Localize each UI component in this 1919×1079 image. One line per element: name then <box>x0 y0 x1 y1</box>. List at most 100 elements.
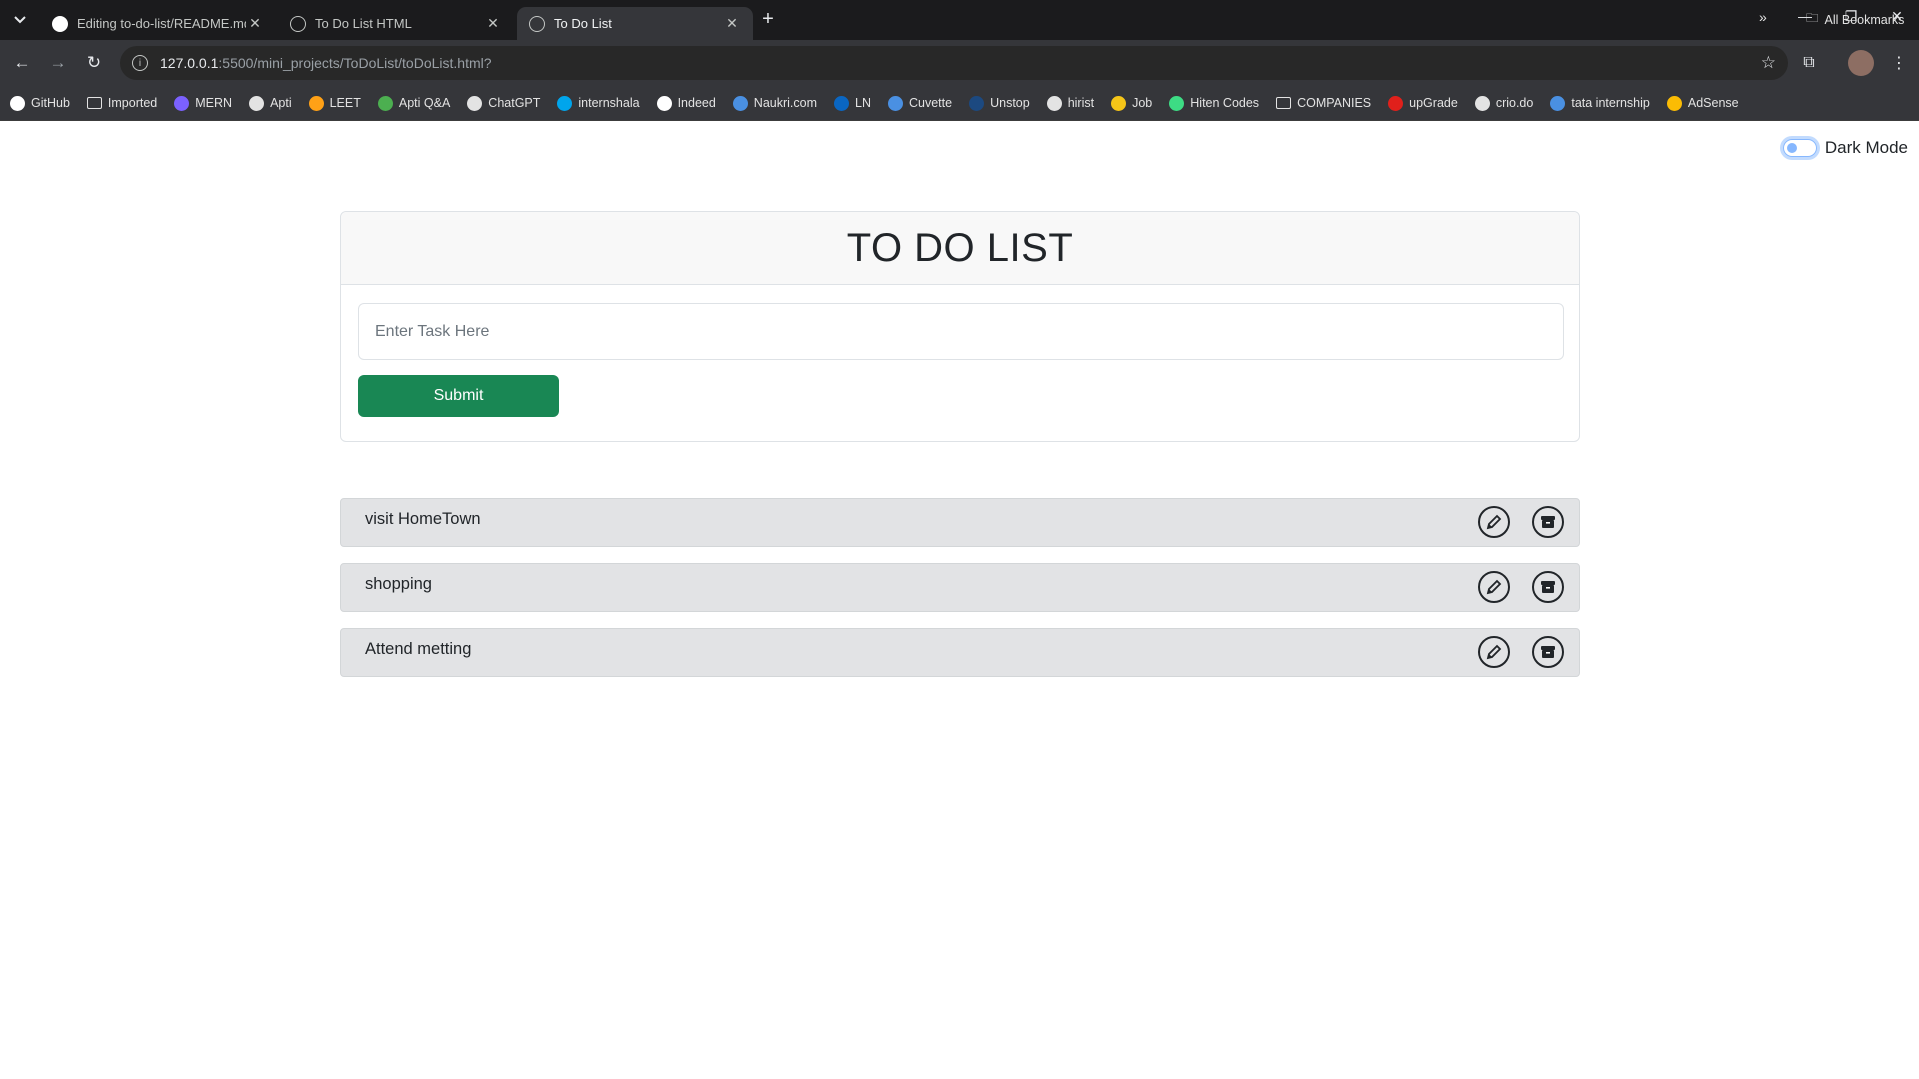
task-text: visit HomeTown <box>365 510 481 528</box>
task-list: visit HomeTown shopping Attend metting <box>340 498 1580 693</box>
internshala-icon <box>557 95 573 111</box>
bookmark-label: LN <box>855 96 871 110</box>
bookmark-naukri-com[interactable]: Naukri.com <box>732 95 818 111</box>
all-bookmarks-button[interactable]: 🗀 All Bookmarks <box>1806 9 1904 30</box>
chatgpt-icon <box>467 95 483 111</box>
bookmark-label: Naukri.com <box>753 96 818 110</box>
bookmark-label: ChatGPT <box>488 96 541 110</box>
linkedin-icon <box>834 95 850 111</box>
bookmark-label: internshala <box>578 96 640 110</box>
site-info-icon[interactable]: i <box>132 55 148 71</box>
address-bar[interactable]: i 127.0.0.1:5500/mini_projects/ToDoList/… <box>120 46 1788 80</box>
bookmark-hiten-codes[interactable]: Hiten Codes <box>1169 95 1260 111</box>
bookmark-label: crio.do <box>1495 96 1534 110</box>
folder-icon <box>1276 97 1292 109</box>
folder-icon <box>86 97 102 109</box>
bookmark-imported[interactable]: Imported <box>86 96 157 110</box>
url-host: 127.0.0.1 <box>160 55 219 71</box>
bookmark-apti[interactable]: Apti <box>249 95 292 111</box>
tab-search-icon[interactable] <box>8 8 32 32</box>
dark-mode-toggle[interactable]: Dark Mode <box>1782 138 1908 158</box>
bookmark-label: LEET <box>329 96 361 110</box>
bookmark-leet[interactable]: LEET <box>308 95 361 111</box>
globe-icon <box>249 95 265 111</box>
new-tab-button[interactable]: + <box>756 8 780 31</box>
submit-button[interactable]: Submit <box>358 375 559 417</box>
extensions-icon[interactable]: ⧉ <box>1795 49 1823 77</box>
bookmark-label: tata internship <box>1571 96 1650 110</box>
github-icon <box>10 95 25 111</box>
apti-icon <box>377 95 393 111</box>
close-tab-icon[interactable]: ✕ <box>723 15 741 32</box>
bookmark-label: GitHub <box>31 96 70 110</box>
bookmark-job[interactable]: Job <box>1111 95 1153 111</box>
tab-todo-list[interactable]: To Do List ✕ <box>517 7 753 40</box>
task-text: shopping <box>365 575 432 593</box>
globe-icon <box>290 15 306 32</box>
bookmark-label: Hiten Codes <box>1190 96 1260 110</box>
bookmark-label: Unstop <box>990 96 1030 110</box>
todo-card: TO DO LIST Submit <box>340 211 1580 442</box>
bookmark-companies[interactable]: COMPANIES <box>1276 96 1371 110</box>
bookmark-label: Cuvette <box>909 96 953 110</box>
dark-mode-switch[interactable] <box>1782 139 1817 157</box>
bookmark-upgrade[interactable]: upGrade <box>1388 95 1458 111</box>
task-text: Attend metting <box>365 640 472 658</box>
bookmark-cuvette[interactable]: Cuvette <box>888 95 953 111</box>
leetcode-icon <box>308 95 324 111</box>
edit-icon[interactable] <box>1478 636 1510 668</box>
browser-toolbar: ← → ↻ i 127.0.0.1:5500/mini_projects/ToD… <box>0 40 1919 86</box>
more-bookmarks-icon[interactable]: » <box>1759 9 1767 25</box>
bookmark-ln[interactable]: LN <box>834 95 871 111</box>
bookmark-apti-q-a[interactable]: Apti Q&A <box>377 95 450 111</box>
archive-icon[interactable] <box>1532 506 1564 538</box>
tab-readme[interactable]: Editing to-do-list/README.md ✕ <box>40 7 276 40</box>
bookmark-tata-internship[interactable]: tata internship <box>1550 95 1650 111</box>
avatar <box>1848 50 1874 76</box>
close-tab-icon[interactable]: ✕ <box>246 15 264 32</box>
archive-icon[interactable] <box>1532 636 1564 668</box>
all-bookmarks-label: All Bookmarks <box>1824 12 1905 27</box>
back-icon[interactable]: ← <box>8 49 36 77</box>
bookmark-unstop[interactable]: Unstop <box>969 95 1030 111</box>
naukri-icon <box>732 95 748 111</box>
bookmark-label: AdSense <box>1687 96 1739 110</box>
card-header: TO DO LIST <box>341 212 1579 285</box>
tab-title: Editing to-do-list/README.md <box>77 16 246 31</box>
globe-icon <box>529 15 545 32</box>
tata-icon <box>1550 95 1566 111</box>
bookmark-indeed[interactable]: Indeed <box>656 95 716 111</box>
reload-icon[interactable]: ↻ <box>80 49 108 77</box>
bookmark-hirist[interactable]: hirist <box>1046 95 1094 111</box>
archive-icon[interactable] <box>1532 571 1564 603</box>
browser-menu-icon[interactable]: ⋮ <box>1885 49 1913 77</box>
bookmark-mern[interactable]: MERN <box>174 95 232 111</box>
bookmark-internshala[interactable]: internshala <box>557 95 640 111</box>
task-input[interactable] <box>358 303 1564 360</box>
bookmark-chatgpt[interactable]: ChatGPT <box>467 95 541 111</box>
bookmark-star-icon[interactable]: ☆ <box>1761 53 1776 73</box>
task-item: Attend metting <box>340 628 1580 677</box>
profile-avatar[interactable] <box>1847 49 1875 77</box>
bookmark-crio-do[interactable]: crio.do <box>1474 95 1534 111</box>
edit-icon[interactable] <box>1478 506 1510 538</box>
bookmark-label: COMPANIES <box>1297 96 1372 110</box>
adsense-icon <box>1666 95 1682 111</box>
forward-icon[interactable]: → <box>44 49 72 77</box>
url-path: :5500/mini_projects/ToDoList/toDoList.ht… <box>218 55 492 71</box>
bookmark-adsense[interactable]: AdSense <box>1666 95 1739 111</box>
tab-todo-html[interactable]: To Do List HTML ✕ <box>278 7 514 40</box>
bookmarks-bar: GitHub Imported MERN Apti LEET Apti Q&A ChatGP… <box>0 86 1919 121</box>
bookmark-label: Job <box>1132 96 1153 110</box>
bookmark-github[interactable]: GitHub <box>10 95 70 111</box>
edit-icon[interactable] <box>1478 571 1510 603</box>
page-title: TO DO LIST <box>846 225 1074 270</box>
folder-icon: 🗀 <box>1806 11 1819 25</box>
crio-icon <box>1474 95 1490 111</box>
close-tab-icon[interactable]: ✕ <box>484 15 502 32</box>
info-icon <box>656 95 672 111</box>
hirist-icon <box>1046 95 1062 111</box>
unstop-icon <box>969 95 985 111</box>
browser-chrome: Editing to-do-list/README.md ✕ To Do Lis… <box>0 0 1919 121</box>
page-content: Dark Mode TO DO LIST Submit visit HomeTo… <box>0 121 1919 1079</box>
